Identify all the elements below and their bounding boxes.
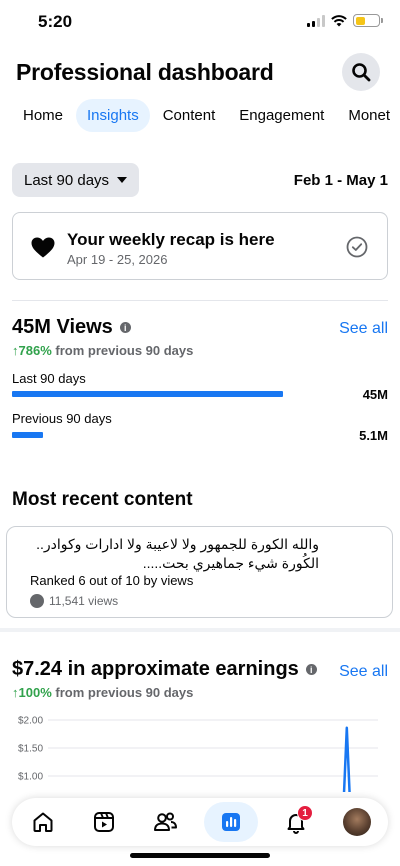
page-title: Professional dashboard bbox=[16, 58, 274, 85]
tab-engagement[interactable]: Engagement bbox=[228, 99, 335, 132]
status-bar: 5:20 bbox=[0, 0, 400, 44]
video-icon bbox=[93, 812, 114, 832]
recap-title: Your weekly recap is here bbox=[67, 230, 275, 249]
header: Professional dashboard bbox=[16, 52, 384, 92]
weekly-recap-card[interactable]: Your weekly recap is here Apr 19 - 25, 2… bbox=[12, 212, 388, 280]
nav-insights[interactable] bbox=[203, 802, 258, 842]
home-icon bbox=[33, 812, 53, 832]
period-label: Last 90 days bbox=[24, 171, 110, 189]
insights-icon bbox=[221, 813, 240, 831]
status-time: 5:20 bbox=[38, 12, 73, 31]
nav-home[interactable] bbox=[20, 802, 66, 842]
info-icon[interactable]: i bbox=[119, 322, 131, 333]
tab-monetization[interactable]: Monet bbox=[337, 99, 400, 132]
friends-icon bbox=[154, 812, 178, 831]
earnings-title: $7.24 in approximate earnings bbox=[12, 658, 299, 680]
chart-y-tick: $1.50 bbox=[18, 744, 43, 755]
post-text: والله الكورة للجمهور ولا لاعيبة ولا ادار… bbox=[36, 536, 319, 571]
bar-current-fill bbox=[12, 391, 283, 397]
search-button[interactable] bbox=[342, 53, 380, 91]
home-indicator bbox=[130, 853, 270, 858]
bar-value-previous: 5.1M bbox=[359, 428, 388, 443]
bar-previous-fill bbox=[12, 432, 43, 438]
chart-series-line bbox=[342, 726, 351, 792]
search-icon bbox=[352, 63, 371, 82]
earnings-heading: $7.24 in approximate earnings i bbox=[12, 658, 317, 681]
bar-label-current: Last 90 days bbox=[12, 371, 86, 386]
bar-value-current: 45M bbox=[362, 387, 388, 402]
section-separator bbox=[0, 628, 400, 632]
bar-previous bbox=[12, 432, 342, 438]
info-icon[interactable]: i bbox=[305, 664, 317, 675]
battery-icon bbox=[353, 14, 383, 27]
views-growth: ↑786% from previous 90 days bbox=[12, 343, 193, 358]
avatar bbox=[343, 808, 372, 836]
tab-home[interactable]: Home bbox=[12, 99, 74, 132]
chart-y-tick: $1.00 bbox=[18, 772, 43, 783]
nav-profile[interactable] bbox=[334, 802, 380, 842]
views-title: 45M Views bbox=[12, 316, 113, 338]
tab-insights[interactable]: Insights bbox=[76, 99, 150, 132]
nav-notifications[interactable]: 1 bbox=[273, 802, 319, 842]
status-icons bbox=[307, 14, 383, 27]
divider bbox=[12, 300, 388, 301]
bottom-nav: 1 bbox=[12, 798, 388, 846]
views-see-all-link[interactable]: See all bbox=[339, 320, 388, 338]
earnings-see-all-link[interactable]: See all bbox=[339, 663, 388, 681]
recent-content-title: Most recent content bbox=[12, 489, 193, 510]
views-heading: 45M Views i bbox=[12, 316, 131, 339]
filter-row: Last 90 days Feb 1 - May 1 bbox=[12, 163, 388, 197]
notification-badge: 1 bbox=[296, 805, 313, 821]
views-icon bbox=[30, 594, 44, 608]
views-growth-text: from previous 90 days bbox=[55, 343, 194, 358]
date-range: Feb 1 - May 1 bbox=[293, 171, 388, 189]
bar-current bbox=[12, 391, 342, 397]
chart-y-tick: $2.00 bbox=[18, 716, 43, 727]
recap-date: Apr 19 - 25, 2026 bbox=[67, 252, 168, 267]
signal-icon bbox=[307, 14, 325, 27]
earnings-growth-text: from previous 90 days bbox=[55, 685, 194, 700]
caret-down-icon bbox=[117, 177, 128, 183]
recent-content-card[interactable]: والله الكورة للجمهور ولا لاعيبة ولا ادار… bbox=[6, 526, 393, 618]
earnings-growth: ↑100% from previous 90 days bbox=[12, 685, 193, 700]
earnings-chart: $2.00 $1.50 $1.00 bbox=[18, 716, 378, 792]
period-dropdown[interactable]: Last 90 days bbox=[12, 163, 140, 197]
nav-video[interactable] bbox=[81, 802, 127, 842]
post-views-count: 11,541 views bbox=[49, 594, 119, 608]
nav-friends[interactable] bbox=[142, 802, 188, 842]
views-growth-pct: ↑786% bbox=[12, 343, 52, 358]
post-rank: Ranked 6 out of 10 by views bbox=[30, 573, 194, 588]
tab-content[interactable]: Content bbox=[152, 99, 227, 132]
earnings-growth-pct: ↑100% bbox=[12, 685, 52, 700]
heart-icon bbox=[31, 237, 55, 258]
bar-label-previous: Previous 90 days bbox=[12, 411, 112, 426]
post-views: 11,541 views bbox=[30, 594, 118, 608]
wifi-icon bbox=[331, 14, 347, 26]
check-circle-icon bbox=[346, 236, 368, 258]
tab-bar: Home Insights Content Engagement Monet bbox=[12, 99, 400, 132]
